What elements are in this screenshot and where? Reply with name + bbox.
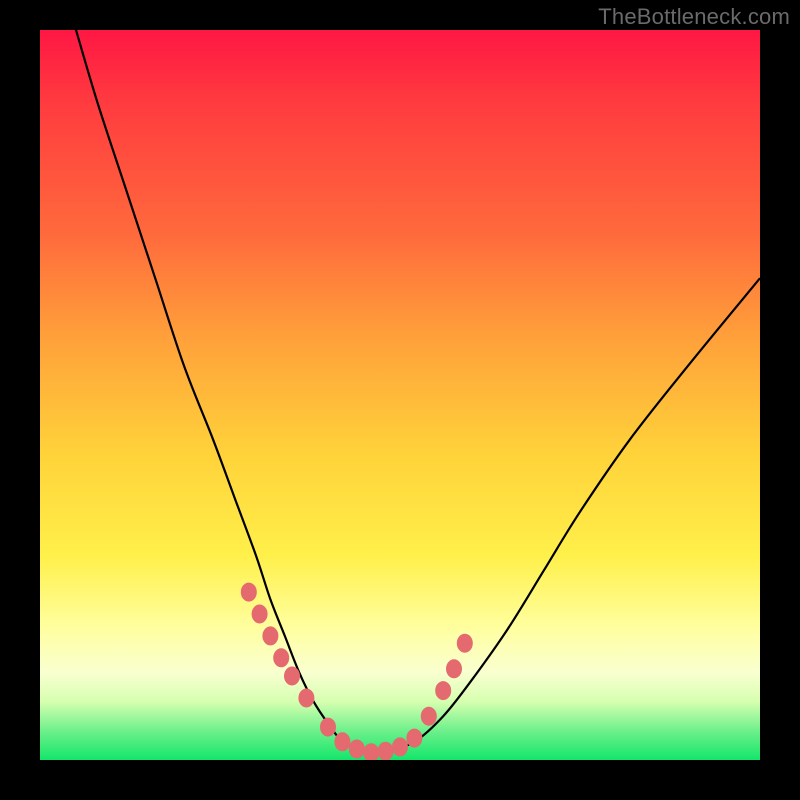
marker-point: [447, 660, 462, 678]
marker-point: [321, 718, 336, 736]
marker-point: [349, 740, 364, 758]
marker-point: [335, 733, 350, 751]
marker-point: [274, 649, 289, 667]
plot-area: [40, 30, 760, 760]
marker-point: [299, 689, 314, 707]
curve-svg: [40, 30, 760, 760]
chart-frame: TheBottleneck.com: [0, 0, 800, 800]
marker-point: [364, 744, 379, 760]
marker-point: [263, 627, 278, 645]
watermark-text: TheBottleneck.com: [598, 4, 790, 30]
marker-point: [407, 729, 422, 747]
marker-point: [436, 682, 451, 700]
marker-point: [393, 738, 408, 756]
bottleneck-curve: [76, 30, 760, 753]
marker-point: [252, 605, 267, 623]
marker-point: [285, 667, 300, 685]
highlight-markers: [241, 583, 472, 760]
marker-point: [378, 742, 393, 760]
marker-point: [421, 707, 436, 725]
marker-point: [457, 634, 472, 652]
marker-point: [241, 583, 256, 601]
